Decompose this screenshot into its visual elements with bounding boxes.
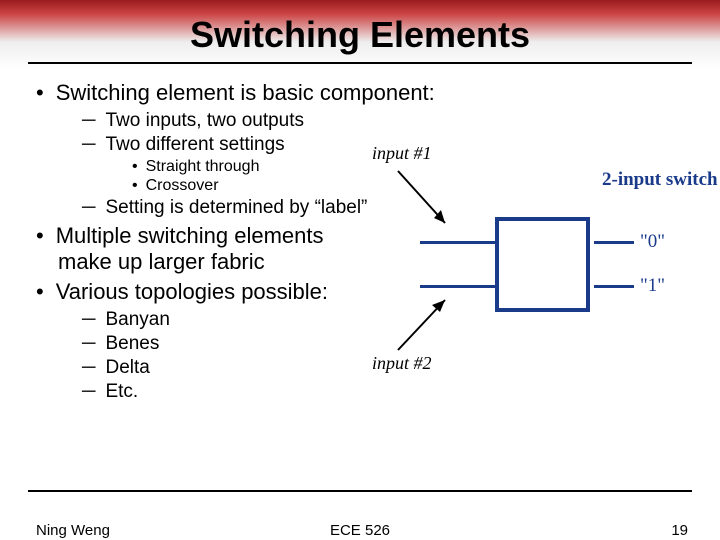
bullet-main-2: Multiple switching elements make up larg… [36, 223, 376, 275]
input2-label: input #2 [372, 353, 432, 374]
bullet-sub: Etc. [82, 381, 700, 403]
footer-page: 19 [671, 522, 688, 539]
switch-label: 2-input switch [602, 170, 682, 191]
footer-divider [28, 490, 692, 492]
switch-diagram: input #1 input #2 2-input switch "0" "1" [380, 155, 690, 370]
title-divider [28, 62, 692, 64]
switch-box [495, 217, 590, 312]
bullet-sub: Two inputs, two outputs [82, 110, 700, 132]
arrow-icon [390, 163, 460, 233]
wire [420, 241, 495, 244]
input1-label: input #1 [372, 143, 432, 164]
footer-course: ECE 526 [0, 522, 720, 539]
wire [594, 285, 634, 288]
slide-title: Switching Elements [0, 0, 720, 56]
wire [420, 285, 495, 288]
output1-label: "1" [640, 275, 665, 297]
output0-label: "0" [640, 231, 665, 253]
wire [594, 241, 634, 244]
